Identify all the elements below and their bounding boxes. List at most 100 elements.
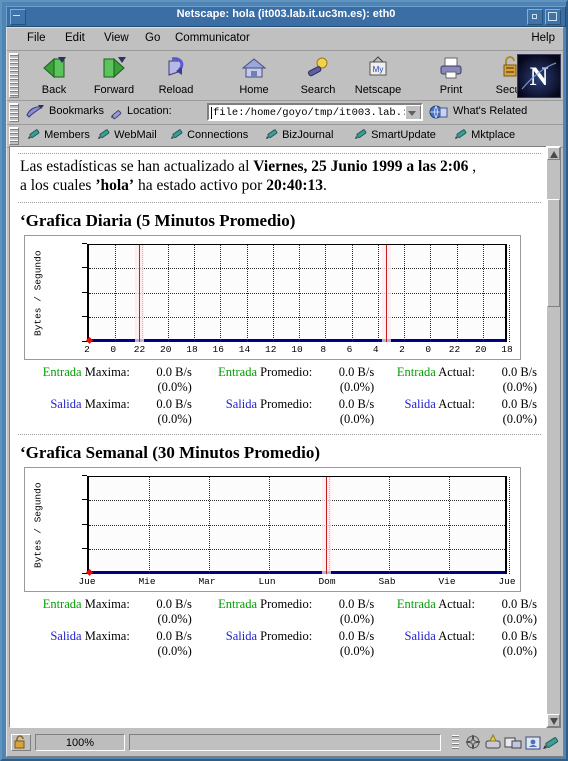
menu-help[interactable]: Help: [531, 32, 555, 44]
x-axis-tick-label: 0: [425, 343, 432, 355]
y-axis-tick-mark: [82, 316, 87, 318]
table-row: Entrada Maxima: 0.0 B/s (0.0%) Entrada Pr…: [20, 364, 539, 396]
target-name: ’hola’: [95, 176, 135, 194]
netscape-button[interactable]: My Netscape: [349, 53, 407, 98]
table-row: Salida Maxima: 0.0 B/s (0.0%) Salida Prom…: [20, 628, 539, 660]
title-bar[interactable]: Netscape: hola (it003.lab.it.uc3m.es): e…: [6, 6, 566, 27]
personal-item-label: Connections: [187, 129, 249, 141]
stat-value: 0.0 B/s: [501, 628, 537, 643]
stat-value: 0.0 B/s: [156, 396, 192, 411]
x-axis-tick-label: 14: [238, 343, 251, 355]
stat-label-out: Salida: [404, 396, 436, 411]
personal-item-label: SmartUpdate: [371, 129, 436, 141]
security-unlocked-icon[interactable]: [11, 734, 31, 751]
url-input-value: file:/home/goyo/tmp/it003.lab.:: [213, 107, 409, 119]
progress-percent: 100%: [35, 734, 125, 751]
stat-value: 0.0 B/s: [501, 396, 537, 411]
reload-button[interactable]: Reload: [147, 53, 205, 98]
bookmarks-label[interactable]: Bookmarks: [49, 105, 104, 117]
personal-item-webmail[interactable]: WebMail: [97, 128, 157, 141]
gridline-vertical: [456, 244, 458, 342]
menu-communicator[interactable]: Communicator: [175, 32, 250, 44]
stat-value: 0.0 B/s: [338, 364, 375, 379]
composer-icon[interactable]: [542, 734, 562, 751]
stat-label-rest: Actual:: [435, 596, 475, 611]
back-button[interactable]: Back: [25, 53, 83, 98]
home-button[interactable]: Home: [225, 53, 283, 98]
x-axis-tick-label: 4: [372, 343, 379, 355]
gridline-horizontal: [89, 524, 505, 526]
gridline-vertical: [449, 476, 450, 574]
url-input[interactable]: file:/home/goyo/tmp/it003.lab.:: [207, 103, 423, 121]
browser-window: Netscape: hola (it003.lab.it.uc3m.es): e…: [0, 0, 568, 761]
minimize-icon[interactable]: [527, 9, 543, 25]
stat-label-rest: Maxima:: [81, 628, 130, 643]
chevron-down-icon[interactable]: [405, 105, 421, 119]
personal-item-mktplace[interactable]: Mktplace: [454, 128, 515, 141]
stat-value: 0.0 B/s: [501, 596, 537, 611]
now-marker-line: [385, 244, 387, 342]
scroll-down-icon[interactable]: [547, 714, 560, 727]
toolbar-grip-personal[interactable]: [9, 127, 19, 145]
personal-item-connections[interactable]: Connections: [170, 128, 248, 141]
newsgroups-icon[interactable]: [503, 734, 523, 751]
x-axis-tick-label: 20: [475, 343, 487, 355]
stat-pct: (0.0%): [502, 411, 537, 426]
mailbox-icon[interactable]: [483, 733, 503, 751]
stat-label-out: Salida: [225, 396, 257, 411]
x-axis-tick-label: Sab: [378, 575, 396, 587]
gridline-vertical: [509, 244, 510, 342]
stat-label-out: Salida: [50, 396, 82, 411]
stat-pct: (0.0%): [157, 411, 192, 426]
navigator-icon[interactable]: [463, 734, 483, 751]
gridline-vertical: [482, 244, 484, 342]
menu-file[interactable]: File: [27, 32, 46, 44]
uptime-suffix: .: [323, 176, 327, 194]
svg-text:N: N: [530, 62, 549, 91]
x-axis-tick-label: 6: [346, 343, 353, 355]
x-axis-tick-label: 10: [291, 343, 303, 355]
intro-datetime: Viernes, 25 Junio 1999 a las 2:06: [253, 158, 469, 175]
uptime-mid: ha estado activo por: [134, 176, 267, 194]
daily-series-salida: [89, 338, 505, 342]
menu-go[interactable]: Go: [145, 32, 160, 44]
component-bar-grip[interactable]: [452, 735, 459, 750]
status-message: [129, 734, 441, 751]
address-book-icon[interactable]: [523, 734, 543, 751]
daily-chart[interactable]: Bytes / Segundo 0.01.02.03.04.0 20222018…: [24, 234, 521, 360]
menu-view[interactable]: View: [104, 32, 129, 44]
menu-edit[interactable]: Edit: [65, 32, 85, 44]
y-axis-tick-label: 0.0: [10, 336, 77, 347]
bookmark-pen-icon: [455, 129, 467, 139]
scrollbar-thumb[interactable]: [547, 199, 560, 307]
location-pen-icon: [109, 104, 125, 125]
stat-label-rest: Promedio:: [257, 396, 313, 411]
stat-pct: (0.0%): [339, 643, 375, 658]
whats-related-label[interactable]: What's Related: [453, 105, 527, 117]
back-button-label: Back: [41, 84, 67, 96]
search-button[interactable]: Search: [289, 53, 347, 98]
stat-pct: (0.0%): [502, 643, 537, 658]
stat-pct: (0.0%): [502, 379, 537, 394]
personal-item-smartupdate[interactable]: SmartUpdate: [354, 128, 436, 141]
personal-item-bizjournal[interactable]: BizJournal: [265, 128, 333, 141]
x-axis-tick-label: 8: [320, 343, 327, 355]
bookmarks-icon[interactable]: [25, 104, 45, 125]
toolbar-grip-nav[interactable]: [9, 53, 19, 98]
maximize-icon[interactable]: [545, 9, 561, 25]
vertical-scrollbar[interactable]: [546, 146, 561, 728]
whats-related-icon[interactable]: [429, 103, 449, 126]
y-axis-tick-mark: [82, 572, 87, 574]
personal-item-members[interactable]: Members: [27, 128, 90, 141]
netscape-n-logo[interactable]: N: [517, 54, 561, 98]
toolbar-grip-location[interactable]: [9, 103, 19, 122]
gridline-vertical: [272, 244, 274, 342]
weekly-chart[interactable]: Bytes / Segundo 0.01.02.03.04.0 JueMieMa…: [24, 466, 521, 592]
y-axis-tick-mark: [82, 340, 87, 342]
scroll-up-icon[interactable]: [547, 147, 560, 160]
gridline-horizontal: [89, 317, 505, 319]
stat-label-in: Entrada: [42, 364, 82, 379]
forward-button[interactable]: Forward: [85, 53, 143, 98]
page-content: Las estadísticas se han actualizado al V…: [9, 146, 561, 728]
print-button[interactable]: Print: [422, 53, 480, 98]
